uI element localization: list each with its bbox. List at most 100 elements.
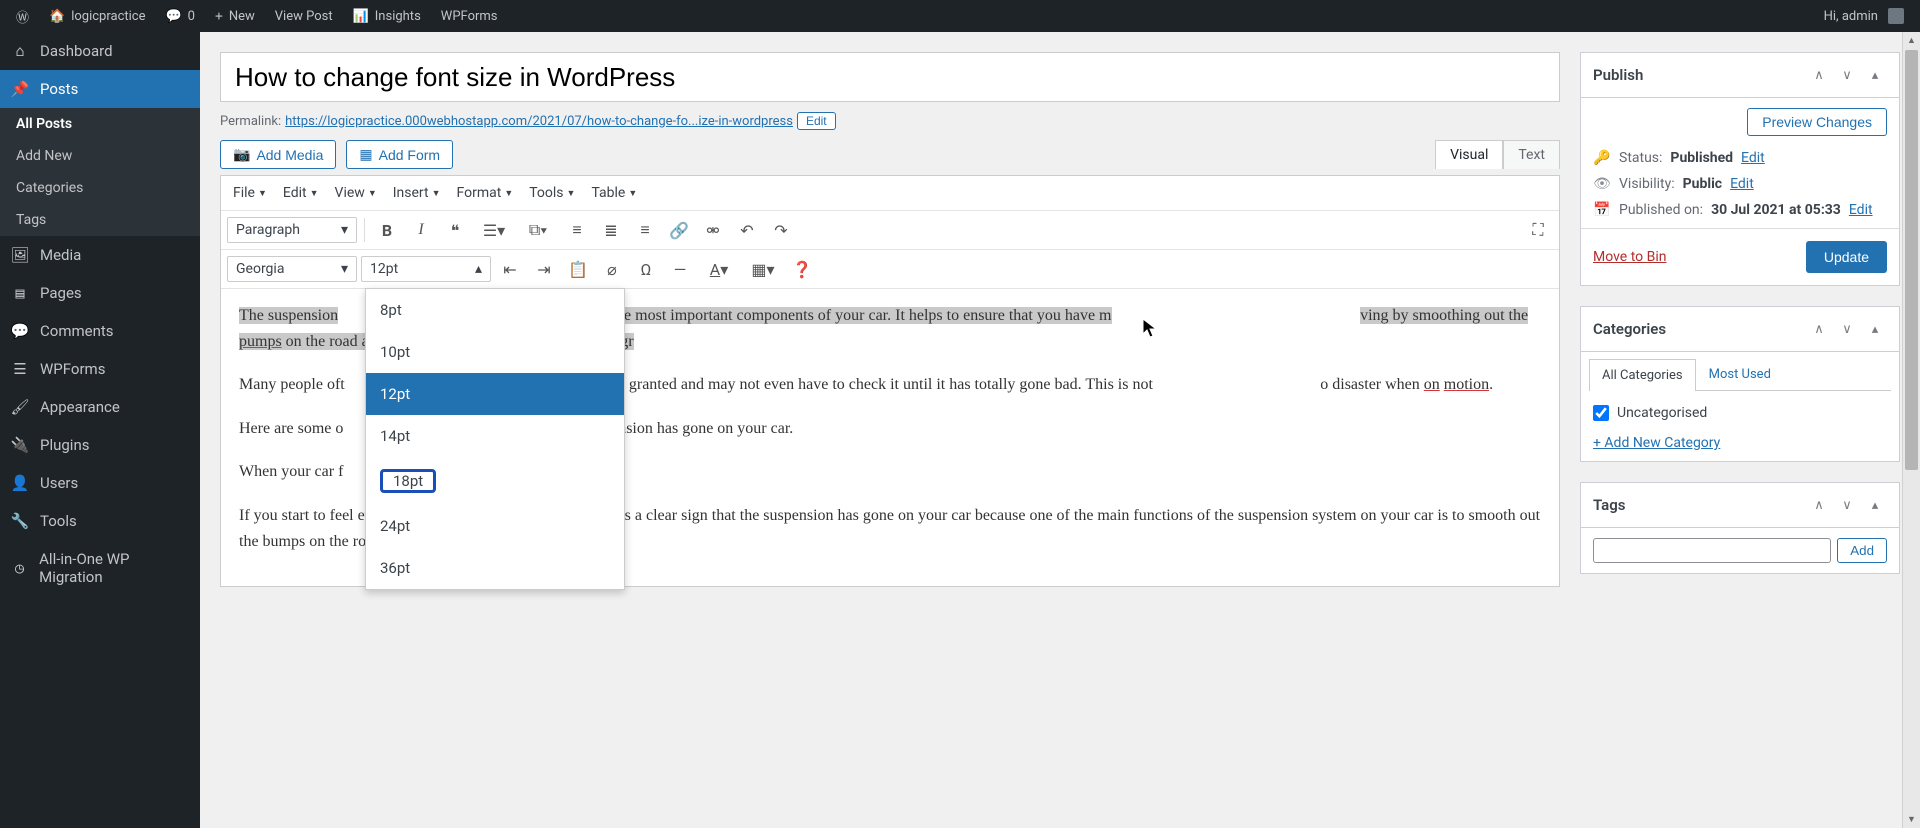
scrollbar-thumb[interactable] (1905, 50, 1918, 470)
permalink-url[interactable]: https://logicpractice.000webhostapp.com/… (285, 114, 793, 129)
italic-button[interactable]: I (406, 215, 436, 245)
edit-status[interactable]: Edit (1741, 150, 1765, 166)
font-size-18pt[interactable]: 18pt (366, 457, 624, 505)
align-right-button[interactable]: ≡ (630, 215, 660, 245)
menu-insert[interactable]: Insert▼ (387, 180, 447, 206)
category-checkbox[interactable] (1593, 405, 1609, 421)
tags-box: Tags ∧ ∨ ▴ Add (1580, 482, 1900, 574)
fullscreen-button[interactable]: ⛶ (1523, 215, 1553, 245)
menu-appearance[interactable]: 🖌Appearance (0, 388, 200, 426)
font-size-36pt[interactable]: 36pt (366, 547, 624, 589)
categories-box: Categories ∧ ∨ ▴ All Categories Most Use… (1580, 306, 1900, 462)
submenu-tags[interactable]: Tags (0, 204, 200, 236)
hr-button[interactable]: — (665, 254, 695, 284)
bold-button[interactable]: B (372, 215, 402, 245)
tags-input[interactable] (1593, 538, 1831, 563)
submenu-all-posts[interactable]: All Posts (0, 108, 200, 140)
menu-wpforms[interactable]: ☰WPForms (0, 350, 200, 388)
tab-most-used[interactable]: Most Used (1696, 358, 1784, 390)
undo-button[interactable]: ↶ (732, 215, 762, 245)
font-size-dropdown[interactable]: 12pt▴ (361, 256, 491, 282)
menu-plugins[interactable]: 🔌Plugins (0, 426, 200, 464)
permalink-edit-button[interactable]: Edit (797, 112, 836, 130)
scroll-up-arrow[interactable]: ▲ (1903, 32, 1920, 49)
toggle-button[interactable]: ▴ (1863, 317, 1887, 341)
post-title-input[interactable] (220, 52, 1560, 102)
move-to-bin[interactable]: Move to Bin (1593, 249, 1666, 265)
category-uncategorised[interactable]: Uncategorised (1593, 401, 1887, 425)
site-name[interactable]: 🏠logicpractice (39, 0, 155, 32)
menu-table[interactable]: Table▼ (585, 180, 643, 206)
wp-logo[interactable]: Ⓦ (6, 0, 39, 32)
submenu-categories[interactable]: Categories (0, 172, 200, 204)
font-family-dropdown[interactable]: Georgia▾ (227, 256, 357, 282)
font-size-14pt[interactable]: 14pt (366, 415, 624, 457)
submenu-add-new[interactable]: Add New (0, 140, 200, 172)
move-up-button[interactable]: ∧ (1807, 63, 1831, 87)
menu-tools[interactable]: Tools▼ (523, 180, 581, 206)
new-content[interactable]: +New (205, 0, 265, 32)
toggle-button[interactable]: ▴ (1863, 493, 1887, 517)
add-media-button[interactable]: 📷Add Media (220, 140, 336, 169)
add-form-button[interactable]: ▦Add Form (346, 140, 453, 169)
align-center-button[interactable]: ≣ (596, 215, 626, 245)
menu-view[interactable]: View▼ (329, 180, 383, 206)
menu-comments[interactable]: 💬Comments (0, 312, 200, 350)
text-color-button[interactable]: A▾ (699, 254, 739, 284)
toggle-button[interactable]: ▴ (1863, 63, 1887, 87)
indent-button[interactable]: ⇥ (529, 254, 559, 284)
comments-link[interactable]: 💬0 (155, 0, 205, 32)
site-name-label: logicpractice (71, 9, 145, 24)
menu-file[interactable]: File▼ (227, 180, 273, 206)
menu-edit[interactable]: Edit▼ (277, 180, 325, 206)
clear-format-button[interactable]: ⌀ (597, 254, 627, 284)
menu-format[interactable]: Format▼ (451, 180, 520, 206)
move-down-button[interactable]: ∨ (1835, 317, 1859, 341)
admin-menu: ⌂Dashboard 📌Posts All Posts Add New Cate… (0, 32, 200, 828)
tab-visual[interactable]: Visual (1435, 140, 1503, 169)
format-dropdown[interactable]: Paragraph▾ (227, 217, 357, 243)
edit-visibility[interactable]: Edit (1730, 176, 1754, 192)
add-new-category[interactable]: + Add New Category (1593, 435, 1887, 451)
move-up-button[interactable]: ∧ (1807, 317, 1831, 341)
pin-icon: 📌 (10, 80, 30, 98)
help-button[interactable]: ❓ (787, 254, 817, 284)
menu-aio-migration[interactable]: ◷All-in-One WP Migration (0, 540, 200, 596)
redo-button[interactable]: ↷ (766, 215, 796, 245)
menu-media[interactable]: 🖼Media (0, 236, 200, 274)
link-button[interactable]: 🔗 (664, 215, 694, 245)
window-scrollbar[interactable]: ▲ ▼ (1902, 32, 1920, 828)
menu-posts[interactable]: 📌Posts (0, 70, 200, 108)
move-down-button[interactable]: ∨ (1835, 493, 1859, 517)
edit-date[interactable]: Edit (1849, 202, 1873, 218)
outdent-button[interactable]: ⇤ (495, 254, 525, 284)
move-up-button[interactable]: ∧ (1807, 493, 1831, 517)
align-left-button[interactable]: ≡ (562, 215, 592, 245)
unlink-button[interactable]: ⚮ (698, 215, 728, 245)
menu-pages[interactable]: ▤Pages (0, 274, 200, 312)
menu-dashboard[interactable]: ⌂Dashboard (0, 32, 200, 70)
view-post[interactable]: View Post (265, 0, 343, 32)
preview-changes-button[interactable]: Preview Changes (1747, 108, 1887, 136)
bullet-list-button[interactable]: ☰▾ (474, 215, 514, 245)
special-char-button[interactable]: Ω (631, 254, 661, 284)
add-tag-button[interactable]: Add (1837, 538, 1887, 563)
insights[interactable]: 📊Insights (343, 0, 431, 32)
font-size-8pt[interactable]: 8pt (366, 289, 624, 331)
update-button[interactable]: Update (1806, 241, 1887, 273)
menu-users[interactable]: 👤Users (0, 464, 200, 502)
paste-button[interactable]: 📋 (563, 254, 593, 284)
tab-all-categories[interactable]: All Categories (1589, 359, 1696, 391)
table-button[interactable]: ▦▾ (743, 254, 783, 284)
font-size-10pt[interactable]: 10pt (366, 331, 624, 373)
number-list-button[interactable]: ⧉▾ (518, 215, 558, 245)
tab-text[interactable]: Text (1503, 140, 1560, 169)
font-size-24pt[interactable]: 24pt (366, 505, 624, 547)
my-account[interactable]: Hi, admin (1814, 0, 1914, 32)
menu-tools[interactable]: 🔧Tools (0, 502, 200, 540)
font-size-12pt[interactable]: 12pt (366, 373, 624, 415)
move-down-button[interactable]: ∨ (1835, 63, 1859, 87)
wpforms-bar[interactable]: WPForms (431, 0, 508, 32)
blockquote-button[interactable]: ❝ (440, 215, 470, 245)
scroll-down-arrow[interactable]: ▼ (1903, 811, 1920, 828)
